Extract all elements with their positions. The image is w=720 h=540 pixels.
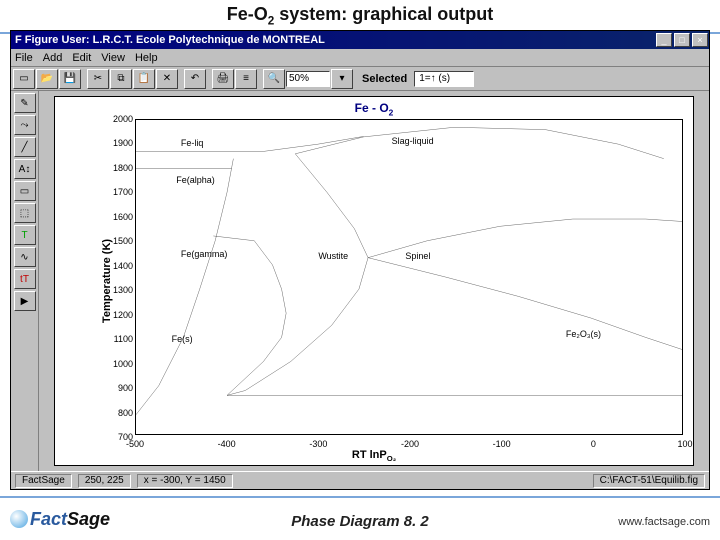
text-t-icon[interactable]: T — [14, 225, 36, 245]
select-icon[interactable]: ⬚ — [14, 203, 36, 223]
text-tt-icon[interactable]: tT — [14, 269, 36, 289]
x-tick: -100 — [493, 439, 511, 449]
new-icon[interactable]: ▭ — [13, 69, 35, 89]
titlebar[interactable]: F Figure User: L.R.C.T. Ecole Polytechni… — [11, 31, 709, 49]
save-icon[interactable]: 💾 — [59, 69, 81, 89]
selected-field[interactable]: 1=↑ (s) — [414, 71, 474, 87]
x-tick: -300 — [309, 439, 327, 449]
y-tick: 1600 — [113, 212, 133, 222]
delete-icon[interactable]: ✕ — [156, 69, 178, 89]
y-tick: 1800 — [113, 163, 133, 173]
menubar: File Add Edit View Help — [11, 49, 709, 67]
paste-icon[interactable]: 📋 — [133, 69, 155, 89]
phase-label: Slag-liquid — [392, 136, 434, 146]
y-tick: 1300 — [113, 285, 133, 295]
canvas[interactable]: Fe - O2 Temperature (K) RT lnPO₂ 7008009… — [39, 91, 709, 471]
y-tick: 1700 — [113, 187, 133, 197]
x-tick: 100 — [677, 439, 692, 449]
menu-edit[interactable]: Edit — [72, 52, 91, 64]
app-window: F Figure User: L.R.C.T. Ecole Polytechni… — [10, 30, 710, 490]
status-path: C:\FACT-51\Equilib.fig — [593, 474, 705, 488]
y-tick: 800 — [118, 408, 133, 418]
y-tick: 2000 — [113, 114, 133, 124]
cut-icon[interactable]: ✂ — [87, 69, 109, 89]
menu-file[interactable]: File — [15, 52, 33, 64]
polyline-icon[interactable]: ⤳ — [14, 115, 36, 135]
x-tick: -200 — [401, 439, 419, 449]
minimize-button[interactable]: _ — [656, 33, 672, 47]
footer-center: Phase Diagram 8. 2 — [0, 513, 720, 530]
rect-icon[interactable]: ▭ — [14, 181, 36, 201]
menu-help[interactable]: Help — [135, 52, 158, 64]
fe-left-boundary — [136, 159, 233, 415]
chart-title: Fe - O2 — [55, 97, 693, 117]
status-app: FactSage — [15, 474, 72, 488]
phase-label: Fe-liq — [181, 138, 204, 148]
print-icon[interactable]: 🖨 — [212, 69, 234, 89]
text-a-icon[interactable]: A↕ — [14, 159, 36, 179]
curve-icon[interactable]: ∿ — [14, 247, 36, 267]
x-tick: -500 — [126, 439, 144, 449]
window-title: F Figure User: L.R.C.T. Ecole Polytechni… — [15, 34, 655, 46]
y-tick: 1900 — [113, 138, 133, 148]
status-xy: 250, 225 — [78, 474, 131, 488]
menu-view[interactable]: View — [101, 52, 125, 64]
export-icon[interactable]: ▶ — [14, 291, 36, 311]
wustite-right — [227, 154, 368, 396]
phase-label: Fe(s) — [172, 334, 193, 344]
x-tick: -400 — [218, 439, 236, 449]
selected-label: Selected — [362, 73, 407, 85]
zoom-field[interactable]: 50% — [286, 71, 330, 87]
tool-palette: ✎ ⤳ ╱ A↕ ▭ ⬚ T ∿ tT ▶ — [11, 91, 39, 471]
status-coords: x = -300, Y = 1450 — [137, 474, 233, 488]
phase-label: Fe(gamma) — [181, 249, 228, 259]
y-axis-label: Temperature (K) — [101, 239, 113, 323]
slide-title: Fe-O2 system: graphical output — [0, 0, 720, 28]
close-button[interactable]: × — [692, 33, 708, 47]
maximize-button[interactable]: □ — [674, 33, 690, 47]
zoom-stepper-icon[interactable]: ▾ — [331, 69, 353, 89]
phase-label: Spinel — [405, 251, 430, 261]
phase-label: Fe₂O₃(s) — [566, 329, 601, 339]
line-icon[interactable]: ╱ — [14, 137, 36, 157]
y-tick: 1100 — [114, 334, 133, 344]
phase-curves — [136, 120, 682, 434]
properties-icon[interactable]: ≡ — [235, 69, 257, 89]
undo-icon[interactable]: ↶ — [184, 69, 206, 89]
y-tick: 1500 — [113, 236, 133, 246]
statusbar: FactSage 250, 225 x = -300, Y = 1450 C:\… — [11, 471, 709, 489]
open-icon[interactable]: 📂 — [36, 69, 58, 89]
phase-label: Fe(alpha) — [176, 175, 215, 185]
hematite-boundary — [368, 258, 682, 350]
spinel-top — [295, 127, 664, 158]
fe-liq-top — [136, 136, 364, 151]
footer-url: www.factsage.com — [618, 516, 710, 528]
y-tick: 1400 — [113, 261, 133, 271]
y-tick: 900 — [118, 383, 133, 393]
workarea: ✎ ⤳ ╱ A↕ ▭ ⬚ T ∿ tT ▶ Fe - O2 Temperatur… — [11, 91, 709, 471]
phase-label: Wustite — [318, 251, 348, 261]
y-tick: 1200 — [113, 310, 133, 320]
pencil-icon[interactable]: ✎ — [14, 93, 36, 113]
copy-icon[interactable]: ⧉ — [110, 69, 132, 89]
y-tick: 1000 — [113, 359, 133, 369]
plot-area — [135, 119, 683, 435]
x-axis-label: RT lnPO₂ — [352, 449, 396, 463]
x-tick: 0 — [591, 439, 596, 449]
figure-paper: Fe - O2 Temperature (K) RT lnPO₂ 7008009… — [54, 96, 694, 466]
toolbar: ▭ 📂 💾 ✂ ⧉ 📋 ✕ ↶ 🖨 ≡ 🔍 50% ▾ Selected 1=↑… — [11, 67, 709, 91]
menu-add[interactable]: Add — [43, 52, 63, 64]
zoom-icon[interactable]: 🔍 — [263, 69, 285, 89]
